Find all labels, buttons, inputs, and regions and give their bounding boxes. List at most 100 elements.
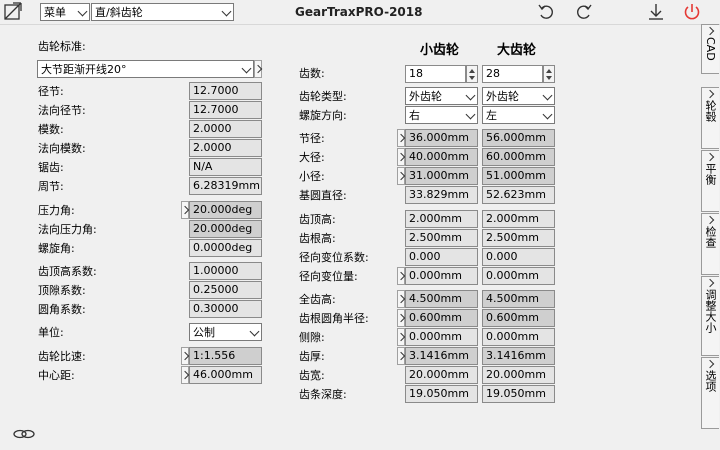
stepper-down-icon [469,76,475,80]
side-tab[interactable]: CAD [701,24,719,74]
pinion-param-field[interactable]: 19.050mm [405,385,478,403]
gear-type-select[interactable]: 外齿轮 [482,87,555,105]
pinion-param-field[interactable]: 40.000mm [405,148,478,166]
pinion-type-value: 外齿轮 [409,90,442,103]
gear-param-field[interactable]: 56.000mm [482,129,555,147]
gear-param-field[interactable]: 52.623mm [482,186,555,204]
gear-param-expand-button[interactable] [397,267,405,285]
gear-param-expand-button[interactable] [397,328,405,346]
app-logo-icon [2,1,24,23]
gear-param-field[interactable]: 20.000mm [482,366,555,384]
undo-icon[interactable] [536,2,558,24]
left-param-label: 模数: [38,123,64,136]
left-param-field[interactable]: 20.000deg [189,220,262,238]
pinion-param-field[interactable]: 0.000mm [405,267,478,285]
gear-param-field[interactable]: 0.000mm [482,267,555,285]
left-param-field[interactable]: 0.30000 [189,300,262,318]
pinion-param-field[interactable]: 3.1416mm [405,347,478,365]
side-tab[interactable]: 调整大小 [701,276,719,356]
gear-param-field[interactable]: 2.500mm [482,229,555,247]
gear-param-field[interactable]: 0.600mm [482,309,555,327]
redo-icon[interactable] [574,2,596,24]
gear-param-field[interactable]: 19.050mm [482,385,555,403]
side-tab[interactable]: 轮毂 [701,87,719,149]
link-icon[interactable] [12,426,35,448]
gear-standard-dropdown[interactable]: 大节距渐开线20° [37,60,254,78]
menu-dropdown[interactable]: 菜单 [40,3,90,21]
gear-param-field[interactable]: 4.500mm [482,290,555,308]
gear-param-field[interactable]: 2.000mm [482,210,555,228]
chevron-down-icon [542,109,553,120]
left-param-field[interactable]: 0.0000deg [189,239,262,257]
left-param-field[interactable]: 20.000deg [189,201,262,219]
gear-standard-value: 大节距渐开线20° [41,63,127,76]
gear-teeth-stepper[interactable] [543,65,555,83]
gear-param-expand-button[interactable] [397,129,405,147]
chevron-down-icon [249,326,260,337]
pinion-param-field[interactable]: 20.000mm [405,366,478,384]
left-param-label: 径节: [38,85,64,98]
pinion-hand-dropdown[interactable]: 右 [405,106,478,124]
gear-param-field[interactable]: 3.1416mm [482,347,555,365]
gear-ratio-field[interactable]: 1:1.556 [189,347,262,365]
gear-param-field[interactable]: 51.000mm [482,167,555,185]
units-value: 公制 [193,326,215,339]
side-tab[interactable]: 检查 [701,213,719,275]
left-param-field[interactable]: 0.25000 [189,281,262,299]
left-param-field[interactable]: 12.7000 [189,82,262,100]
pinion-teeth-stepper[interactable] [466,65,478,83]
gear-param-field[interactable]: 60.000mm [482,148,555,166]
chevron-down-icon [542,90,553,101]
gear-param-label: 小径: [299,170,325,183]
left-param-label: 齿顶高系数: [38,265,97,278]
gear-param-label: 大径: [299,151,325,164]
left-param-field[interactable]: 2.0000 [189,120,262,138]
left-param-field[interactable]: N/A [189,158,262,176]
side-tab-label: 选项 [704,370,717,392]
gear-param-expand-button[interactable] [397,167,405,185]
pinion-param-field[interactable]: 31.000mm [405,167,478,185]
gear-param-field[interactable]: 0.000 [482,248,555,266]
gear-standard-expand-button[interactable] [254,60,262,78]
gear-teeth-field[interactable]: 28 [482,65,543,83]
side-tab[interactable]: 平衡 [701,150,719,212]
left-param-field[interactable]: 12.7000 [189,101,262,119]
gear-ratio-expand-button[interactable] [181,347,189,365]
gear-param-expand-button[interactable] [397,309,405,327]
gear-param-expand-button[interactable] [397,347,405,365]
pinion-type-dropdown[interactable]: 外齿轮 [405,87,478,105]
side-tab[interactable]: 选项 [701,357,719,429]
side-tab-label: 轮毂 [704,100,717,122]
pinion-param-field[interactable]: 0.600mm [405,309,478,327]
left-param-field[interactable]: 6.28319mm [189,177,262,195]
gear-param-label: 基圆直径: [299,189,347,202]
pinion-param-field[interactable]: 2.000mm [405,210,478,228]
pinion-param-field[interactable]: 36.000mm [405,129,478,147]
gear-type-dropdown[interactable]: 直/斜齿轮 [91,3,234,21]
left-param-field[interactable]: 1.00000 [189,262,262,280]
pinion-header: 小齿轮 [420,43,460,58]
helix-hand-label: 螺旋方向: [299,109,347,122]
pinion-param-field[interactable]: 4.500mm [405,290,478,308]
gear-param-field[interactable]: 0.000mm [482,328,555,346]
download-icon[interactable] [646,2,668,24]
pinion-param-field[interactable]: 2.500mm [405,229,478,247]
teeth-label: 齿数: [299,67,325,80]
gear-param-expand-button[interactable] [397,148,405,166]
pinion-param-field[interactable]: 0.000 [405,248,478,266]
center-distance-field[interactable]: 46.000mm [189,366,262,384]
center-distance-expand-button[interactable] [181,366,189,384]
left-param-expand-button[interactable] [181,201,189,219]
pinion-param-field[interactable]: 0.000mm [405,328,478,346]
pinion-teeth-field[interactable]: 18 [405,65,466,83]
power-icon[interactable] [682,2,704,24]
left-param-label: 锯齿: [38,161,64,174]
pinion-param-field[interactable]: 33.829mm [405,186,478,204]
left-param-field[interactable]: 2.0000 [189,139,262,157]
units-dropdown[interactable]: 公制 [189,323,262,341]
chevron-right-icon [705,89,715,99]
gear-param-expand-button[interactable] [397,290,405,308]
left-param-label: 法向模数: [38,142,86,155]
gear-hand-dropdown[interactable]: 左 [482,106,555,124]
side-tab-label: 调整大小 [704,289,717,333]
